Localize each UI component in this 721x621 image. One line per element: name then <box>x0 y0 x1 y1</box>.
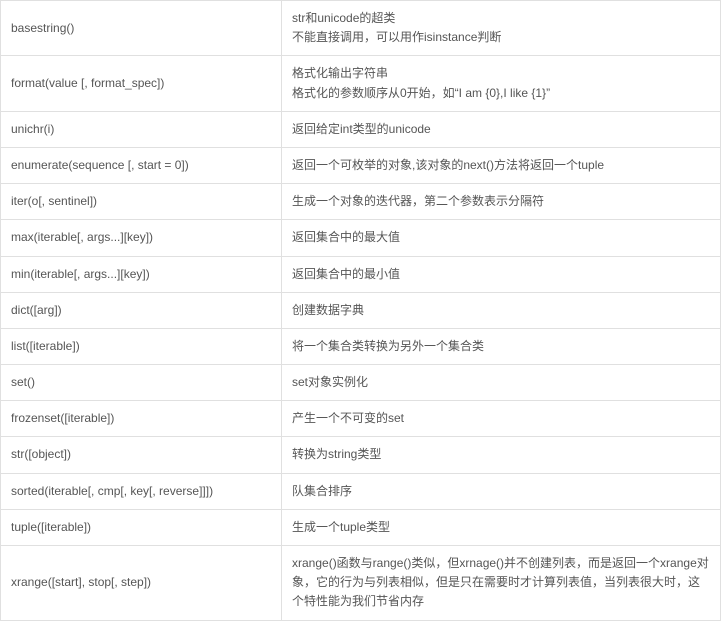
table-row: iter(o[, sentinel])生成一个对象的迭代器，第二个参数表示分隔符 <box>1 184 721 220</box>
function-signature-cell: max(iterable[, args...][key]) <box>1 220 282 256</box>
function-description-cell: 返回集合中的最小值 <box>282 256 721 292</box>
table-row: enumerate(sequence [, start = 0])返回一个可枚举… <box>1 147 721 183</box>
function-description-cell: 返回一个可枚举的对象,该对象的next()方法将返回一个tuple <box>282 147 721 183</box>
function-description-cell: 返回集合中的最大值 <box>282 220 721 256</box>
table-row: xrange([start], stop[, step])xrange()函数与… <box>1 546 721 621</box>
table-row: list([iterable])将一个集合类转换为另外一个集合类 <box>1 328 721 364</box>
function-signature-cell: basestring() <box>1 1 282 56</box>
function-description-cell: xrange()函数与range()类似，但xrnage()并不创建列表，而是返… <box>282 546 721 621</box>
function-description-cell: 创建数据字典 <box>282 292 721 328</box>
function-description-cell: 产生一个不可变的set <box>282 401 721 437</box>
function-signature-cell: list([iterable]) <box>1 328 282 364</box>
function-description-cell: set对象实例化 <box>282 365 721 401</box>
function-signature-cell: min(iterable[, args...][key]) <box>1 256 282 292</box>
function-signature-cell: frozenset([iterable]) <box>1 401 282 437</box>
python-builtin-functions-table: basestring()str和unicode的超类不能直接调用，可以用作isi… <box>0 0 721 621</box>
function-signature-cell: format(value [, format_spec]) <box>1 56 282 111</box>
table-row: tuple([iterable])生成一个tuple类型 <box>1 509 721 545</box>
table-row: dict([arg])创建数据字典 <box>1 292 721 328</box>
table-row: frozenset([iterable])产生一个不可变的set <box>1 401 721 437</box>
table-row: basestring()str和unicode的超类不能直接调用，可以用作isi… <box>1 1 721 56</box>
function-signature-cell: unichr(i) <box>1 111 282 147</box>
function-signature-cell: str([object]) <box>1 437 282 473</box>
function-description-cell: 转换为string类型 <box>282 437 721 473</box>
function-description-cell: 格式化输出字符串格式化的参数顺序从0开始，如“I am {0},I like {… <box>282 56 721 111</box>
function-signature-cell: iter(o[, sentinel]) <box>1 184 282 220</box>
function-description-cell: 将一个集合类转换为另外一个集合类 <box>282 328 721 364</box>
table-body: basestring()str和unicode的超类不能直接调用，可以用作isi… <box>1 1 721 621</box>
table-row: max(iterable[, args...][key])返回集合中的最大值 <box>1 220 721 256</box>
table-row: min(iterable[, args...][key])返回集合中的最小值 <box>1 256 721 292</box>
function-signature-cell: tuple([iterable]) <box>1 509 282 545</box>
function-signature-cell: dict([arg]) <box>1 292 282 328</box>
function-signature-cell: sorted(iterable[, cmp[, key[, reverse]]]… <box>1 473 282 509</box>
function-signature-cell: xrange([start], stop[, step]) <box>1 546 282 621</box>
function-description-cell: 队集合排序 <box>282 473 721 509</box>
function-signature-cell: set() <box>1 365 282 401</box>
function-description-cell: 生成一个tuple类型 <box>282 509 721 545</box>
table-row: sorted(iterable[, cmp[, key[, reverse]]]… <box>1 473 721 509</box>
function-description-cell: 返回给定int类型的unicode <box>282 111 721 147</box>
function-description-cell: str和unicode的超类不能直接调用，可以用作isinstance判断 <box>282 1 721 56</box>
table-row: set()set对象实例化 <box>1 365 721 401</box>
table-row: format(value [, format_spec])格式化输出字符串格式化… <box>1 56 721 111</box>
table-row: unichr(i)返回给定int类型的unicode <box>1 111 721 147</box>
function-description-cell: 生成一个对象的迭代器，第二个参数表示分隔符 <box>282 184 721 220</box>
table-row: str([object])转换为string类型 <box>1 437 721 473</box>
function-signature-cell: enumerate(sequence [, start = 0]) <box>1 147 282 183</box>
